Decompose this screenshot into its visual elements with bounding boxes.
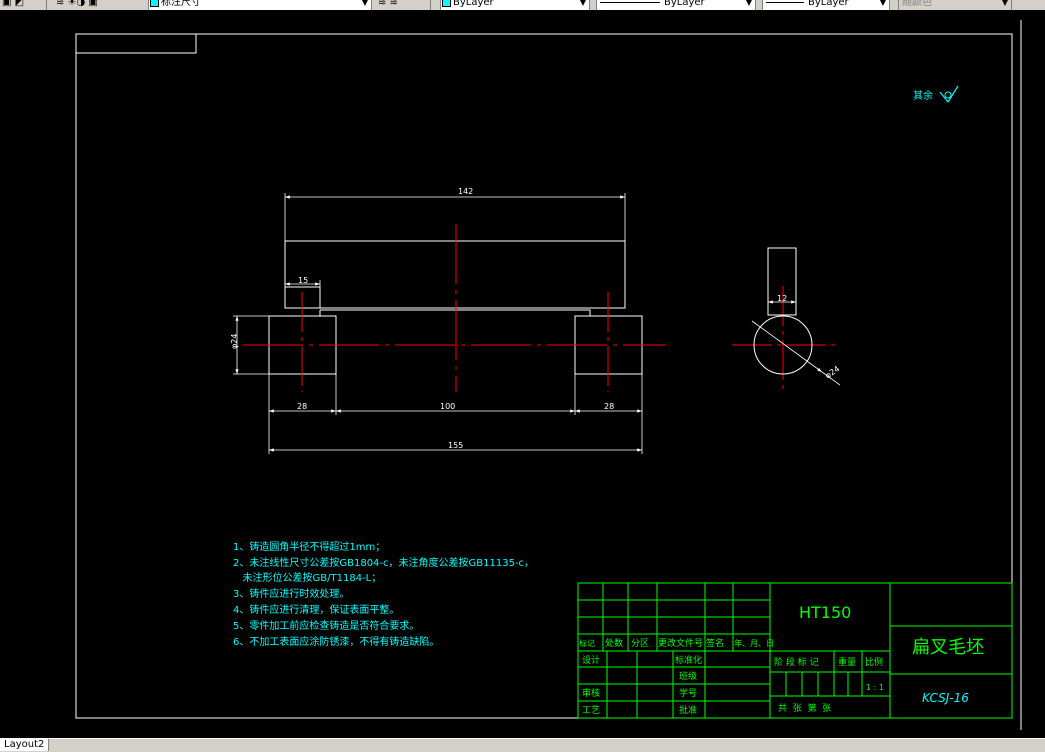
technical-notes: 1、铸造圆角半径不得超过1mm； 2、未注线性尺寸公差按GB1804-c，未注角… bbox=[233, 540, 534, 648]
chevron-down-icon[interactable]: ▼ bbox=[360, 0, 370, 8]
tb-label-change: 更改文件号 bbox=[658, 637, 703, 649]
tb-label-zone: 分区 bbox=[631, 638, 649, 649]
note-2b: 未注形位公差按GB/T1184-L； bbox=[233, 571, 381, 584]
tb-review: 审核 bbox=[582, 687, 600, 699]
linetype-value: ByLayer bbox=[664, 0, 705, 8]
dim-15: 15 bbox=[298, 276, 308, 285]
note-5: 5、零件加工前应检查铸造是否符合要求。 bbox=[233, 619, 419, 632]
linetype-combo[interactable]: ByLayer ▼ bbox=[596, 0, 756, 10]
chevron-down-icon[interactable]: ▼ bbox=[878, 0, 888, 8]
layer-combo[interactable]: ByLayer ▼ bbox=[440, 0, 590, 10]
dimstyle-value: 标注尺寸 bbox=[161, 0, 201, 8]
note-6: 6、不加工表面应涂防锈漆，不得有铸造缺陷。 bbox=[233, 635, 439, 648]
roughness-symbol-icon bbox=[939, 85, 959, 104]
toolbar-separator bbox=[430, 0, 431, 10]
drawing-canvas[interactable]: 其余 142 15 φ24 28 100 28 155 12 φ24 1、铸造圆… bbox=[0, 10, 1045, 738]
note-3: 3、铸件应进行时效处理。 bbox=[233, 587, 349, 600]
toolbar: ▣ ◩ ≋ ☀◑ ▣ 标注尺寸 ▼ ≋ ≋ ByLayer ▼ ByLayer … bbox=[0, 0, 1045, 10]
dimstyle-combo[interactable]: 标注尺寸 ▼ bbox=[148, 0, 372, 10]
note-1: 1、铸造圆角半径不得超过1mm； bbox=[233, 540, 385, 553]
tab-layout2[interactable]: Layout2 bbox=[0, 739, 50, 751]
dim-142: 142 bbox=[458, 187, 473, 196]
chevron-down-icon[interactable]: ▼ bbox=[578, 0, 588, 8]
tb-label-sign: 签名 bbox=[706, 637, 724, 649]
tb-label-date: 年、月、日 bbox=[734, 638, 774, 648]
note-4: 4、铸件应进行清理，保证表面平整。 bbox=[233, 603, 399, 616]
dim-dia-side: φ24 bbox=[823, 364, 841, 380]
line-preview bbox=[600, 1, 660, 3]
tb-approve: 批准 bbox=[679, 704, 697, 716]
tb-scale: 1 : 1 bbox=[866, 683, 884, 692]
dim-28-right: 28 bbox=[604, 402, 614, 411]
line-preview bbox=[766, 1, 804, 3]
drawing-svg[interactable]: 其余 142 15 φ24 28 100 28 155 12 φ24 1、铸造圆… bbox=[0, 10, 1045, 738]
lineweight-combo[interactable]: ByLayer ▼ bbox=[762, 0, 890, 10]
tb-stage: 阶 段 标 记 bbox=[774, 656, 819, 668]
tb-material: HT150 bbox=[799, 603, 851, 622]
tb-label-count: 处数 bbox=[605, 637, 623, 649]
tb-standardize: 标准化 bbox=[675, 654, 702, 666]
layer-value: ByLayer bbox=[453, 0, 494, 8]
color-swatch-icon bbox=[442, 0, 451, 7]
sheet-border bbox=[75, 33, 1013, 719]
tb-scale-label: 比例 bbox=[865, 656, 883, 668]
tb-class: 班级 bbox=[679, 670, 697, 682]
tb-drawing-no: KCSJ-16 bbox=[922, 691, 969, 705]
dim-12: 12 bbox=[777, 294, 787, 303]
layer-manager-icon[interactable]: ≋ ☀◑ ▣ bbox=[56, 0, 98, 10]
tb-part-name: 扁叉毛坯 bbox=[912, 637, 984, 658]
status-bar: Layout2 bbox=[0, 738, 1045, 752]
roughness-circle bbox=[944, 91, 952, 99]
dimensions bbox=[233, 193, 643, 454]
tb-process: 工艺 bbox=[582, 705, 600, 716]
roughness-label: 其余 bbox=[913, 89, 933, 102]
side-view bbox=[751, 247, 841, 386]
tb-student-no: 学号 bbox=[679, 687, 697, 699]
note-2: 2、未注线性尺寸公差按GB1804-c，未注角度公差按GB11135-c， bbox=[233, 556, 534, 569]
chevron-down-icon[interactable]: ▼ bbox=[744, 0, 754, 8]
dim-28-left: 28 bbox=[297, 402, 307, 411]
dim-dia-left: φ24 bbox=[230, 334, 239, 349]
toolbar-icons-left[interactable]: ▣ ◩ bbox=[2, 0, 24, 10]
plotstyle-value: 随颜色 bbox=[902, 0, 932, 8]
tb-weight: 重量 bbox=[838, 656, 856, 668]
dimension-text: 142 15 φ24 28 100 28 155 bbox=[230, 187, 614, 450]
dim-100: 100 bbox=[440, 402, 455, 411]
title-block-text: 标记 处数 分区 更改文件号 签名 年、月、日 设计 标准化 班级 审核 学号 … bbox=[579, 637, 884, 716]
plotstyle-combo[interactable]: 随颜色 ▼ bbox=[898, 0, 1012, 10]
corner-box bbox=[75, 33, 197, 54]
tb-sheet-info: 共 张 第 张 bbox=[778, 702, 831, 714]
lineweight-value: ByLayer bbox=[808, 0, 849, 8]
color-swatch-icon bbox=[150, 0, 159, 7]
layer-tools-icon[interactable]: ≋ ≋ bbox=[378, 0, 398, 10]
tb-label-mark: 标记 bbox=[579, 638, 595, 648]
chevron-down-icon[interactable]: ▼ bbox=[1000, 0, 1010, 8]
toolbar-separator bbox=[46, 0, 47, 10]
tb-design: 设计 bbox=[582, 654, 600, 666]
dim-155: 155 bbox=[448, 441, 463, 450]
